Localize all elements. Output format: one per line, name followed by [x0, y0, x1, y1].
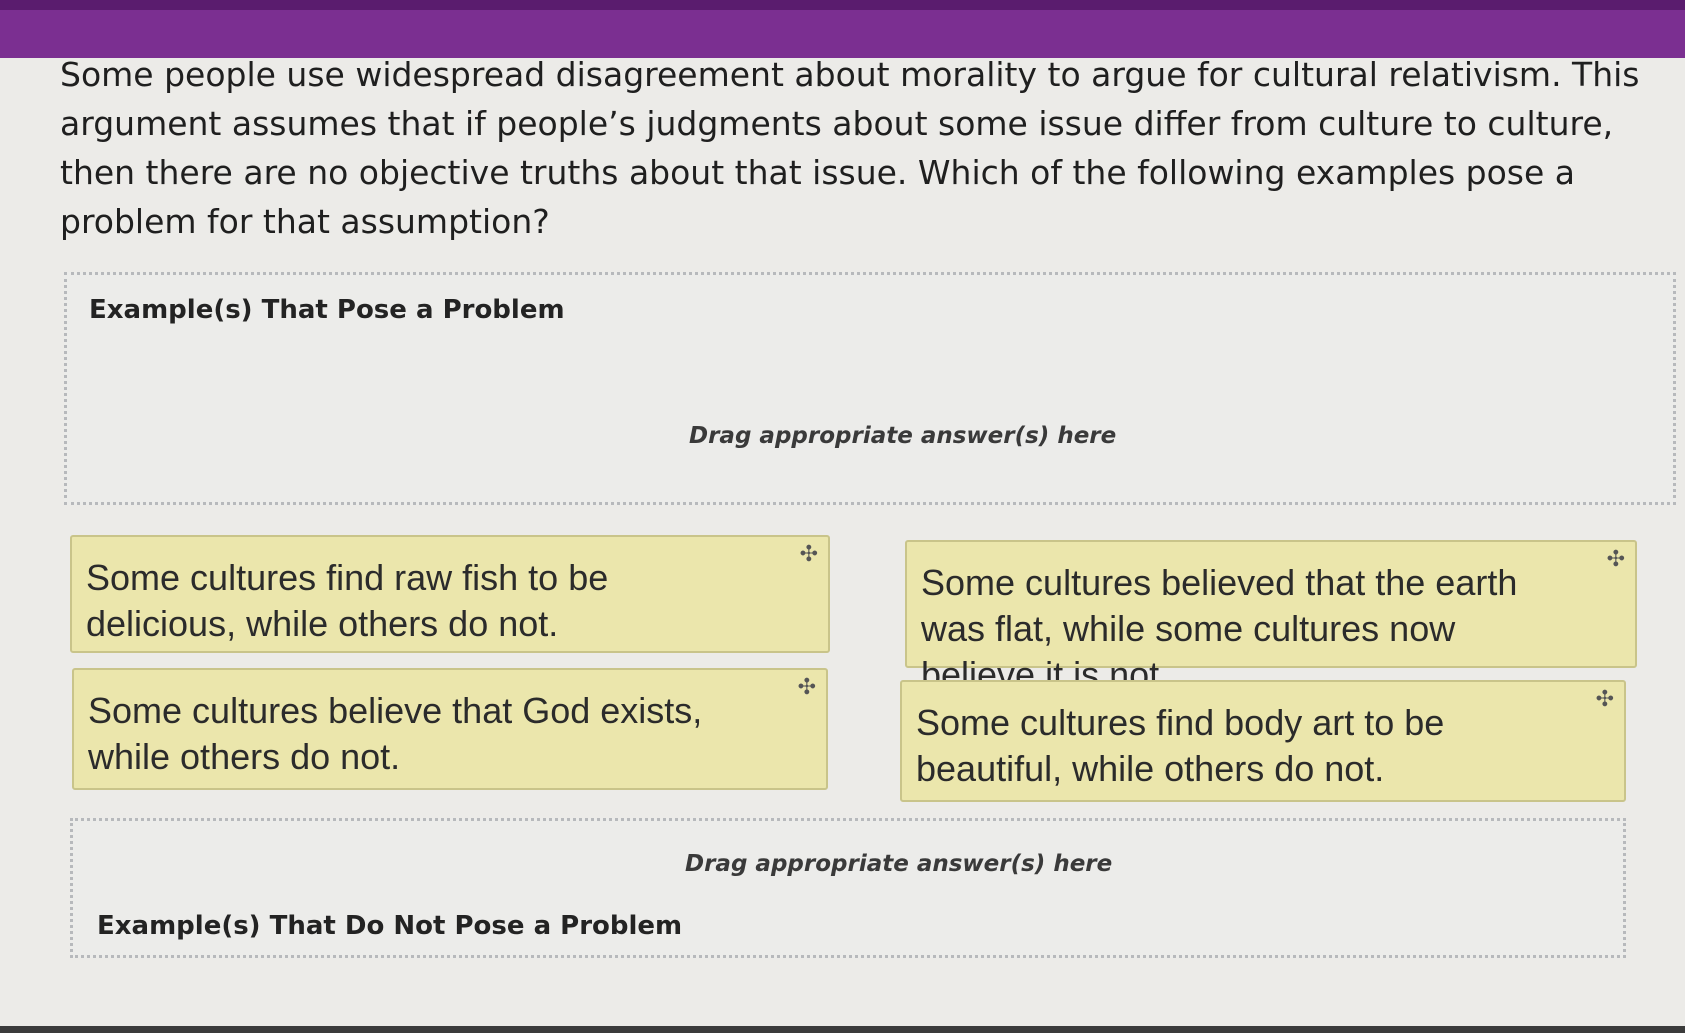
answer-text: Some cultures find body art to be beauti…: [916, 702, 1445, 789]
dropzone-title: Example(s) That Pose a Problem: [89, 295, 565, 325]
move-icon[interactable]: ✣: [798, 676, 816, 698]
answer-text: Some cultures find raw fish to be delici…: [86, 557, 609, 644]
dropzone-title: Example(s) That Do Not Pose a Problem: [97, 911, 683, 941]
answer-card-god-exists[interactable]: Some cultures believe that God exists, w…: [72, 668, 828, 790]
header-bar-edge: [0, 0, 1685, 10]
move-icon[interactable]: ✣: [800, 543, 818, 565]
dropzone-do-not-pose-problem[interactable]: Drag appropriate answer(s) here Example(…: [70, 818, 1626, 958]
answer-card-body-art[interactable]: Some cultures find body art to be beauti…: [900, 680, 1626, 802]
move-icon[interactable]: ✣: [1596, 688, 1614, 710]
answer-text: Some cultures believed that the earth wa…: [921, 562, 1518, 695]
answer-card-flat-earth[interactable]: Some cultures believed that the earth wa…: [905, 540, 1637, 695]
move-icon[interactable]: ✣: [1607, 548, 1625, 570]
bottom-edge: [0, 1026, 1685, 1033]
question-text: Some people use widespread disagreement …: [60, 55, 1640, 241]
drag-hint: Drag appropriate answer(s) here: [689, 423, 1117, 449]
drag-hint: Drag appropriate answer(s) here: [685, 851, 1113, 877]
answer-text: Some cultures believe that God exists, w…: [88, 690, 703, 777]
dropzone-pose-problem[interactable]: Example(s) That Pose a Problem Drag appr…: [64, 272, 1676, 505]
answer-card-raw-fish[interactable]: Some cultures find raw fish to be delici…: [70, 535, 830, 653]
